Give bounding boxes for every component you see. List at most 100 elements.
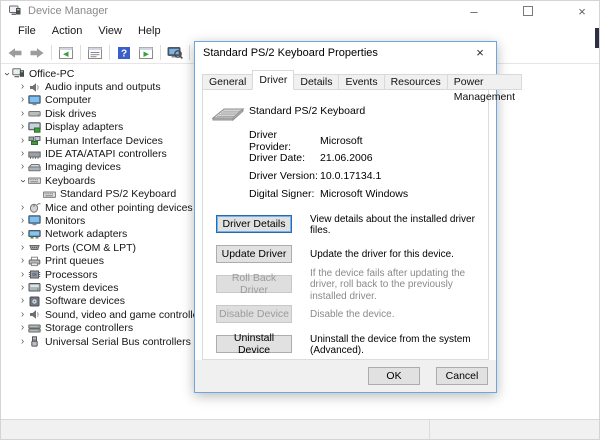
scan-hardware-button[interactable] [165, 45, 185, 61]
network-adapter-icon [28, 229, 42, 240]
speaker-icon [28, 82, 42, 93]
chevron-right-icon[interactable]: › [17, 135, 28, 146]
status-bar [1, 419, 599, 439]
tree-item-label: Monitors [45, 214, 86, 227]
disable-device-description: Disable the device. [310, 309, 395, 321]
forward-button[interactable] [27, 45, 47, 61]
info-label: Driver Date: [249, 152, 306, 165]
tree-item-label: Software devices [45, 295, 125, 308]
chevron-down-icon[interactable]: › [2, 68, 13, 79]
chevron-right-icon[interactable]: › [17, 122, 28, 132]
uninstall-device-button[interactable]: Uninstall Device [216, 332, 292, 356]
driver-info: Driver Provider: Microsoft Driver Date: … [249, 128, 480, 203]
tab-power-management[interactable]: Power Management [446, 74, 523, 103]
properties-icon [87, 46, 103, 60]
driver-details-description: View details about the installed driver … [310, 213, 475, 237]
menu-file[interactable]: File [10, 23, 44, 39]
tree-item-label: Keyboards [45, 174, 96, 187]
maximize-button[interactable] [519, 2, 537, 20]
tab-driver[interactable]: Driver [252, 70, 295, 90]
svg-text:?: ? [121, 48, 127, 59]
minimize-button[interactable]: – [465, 2, 483, 20]
software-devices-icon [28, 296, 42, 307]
info-value: 21.06.2006 [320, 152, 373, 165]
back-button[interactable] [5, 45, 25, 61]
chevron-right-icon[interactable]: › [17, 95, 28, 105]
disable-device-row: Disable Device Disable the device. [216, 300, 482, 330]
tab-resources[interactable]: Resources [383, 74, 448, 90]
chevron-right-icon[interactable]: › [17, 269, 28, 280]
driver-details-button[interactable]: Driver Details [216, 215, 292, 233]
chevron-right-icon[interactable]: › [17, 149, 28, 159]
chevron-right-icon[interactable]: › [17, 336, 28, 347]
status-bar-divider [429, 420, 430, 439]
toolbar-separator [51, 45, 52, 60]
dialog-titlebar: Standard PS/2 Keyboard Properties [195, 42, 496, 64]
menu-action[interactable]: Action [44, 23, 91, 39]
properties-button[interactable] [85, 45, 105, 61]
background-window-edge [595, 28, 599, 48]
driver-details-row: Driver Details View details about the in… [216, 210, 482, 240]
chevron-right-icon[interactable]: › [17, 215, 28, 226]
chevron-right-icon[interactable]: › [17, 296, 28, 306]
chevron-right-icon[interactable]: › [17, 162, 28, 172]
dialog-title: Standard PS/2 Keyboard Properties [203, 47, 378, 59]
tree-item-label: Print queues [45, 255, 104, 268]
tree-item-label: Human Interface Devices [45, 134, 163, 147]
system-devices-icon [28, 282, 42, 293]
menu-help[interactable]: Help [130, 23, 169, 39]
device-name: Standard PS/2 Keyboard [249, 105, 366, 117]
chevron-right-icon[interactable]: › [17, 309, 28, 320]
chevron-right-icon[interactable]: › [17, 202, 28, 213]
roll-back-driver-description: If the device fails after updating the d… [310, 267, 466, 302]
keyboard-device-icon [211, 102, 245, 124]
mouse-icon [28, 202, 42, 213]
tree-item-label: Standard PS/2 Keyboard [60, 188, 177, 201]
toolbar-separator [80, 45, 81, 60]
tree-item-label: Universal Serial Bus controllers [45, 335, 191, 348]
chevron-right-icon[interactable]: › [17, 256, 28, 266]
toolbar-separator [160, 45, 161, 60]
dialog-close-button[interactable]: × [472, 44, 488, 61]
console-tree-icon [58, 46, 74, 60]
workstation-icon [12, 68, 26, 79]
tree-item-label: Computer [45, 94, 92, 107]
tree-item-label: Audio inputs and outputs [45, 81, 161, 94]
toolbar-separator [189, 45, 190, 60]
driver-tab-page: Standard PS/2 Keyboard Driver Provider: … [202, 89, 489, 360]
ports-icon [28, 242, 42, 253]
chevron-right-icon[interactable]: › [17, 242, 28, 253]
info-label: Driver Provider: [249, 128, 292, 153]
update-driver-button[interactable]: Update Driver [216, 245, 292, 263]
chevron-right-icon[interactable]: › [17, 282, 28, 293]
chevron-right-icon[interactable]: › [17, 108, 28, 119]
menu-view[interactable]: View [90, 23, 130, 39]
ide-controller-icon [28, 149, 42, 160]
console-tree-button[interactable] [56, 45, 76, 61]
cancel-button[interactable]: Cancel [436, 367, 488, 385]
info-row: Driver Provider: Microsoft [249, 128, 480, 153]
chevron-down-icon[interactable]: › [18, 175, 29, 186]
info-label: Driver Version: [249, 169, 318, 182]
info-value: Microsoft Windows [320, 187, 409, 200]
action-pane-button[interactable] [136, 45, 156, 61]
help-button[interactable]: ? [114, 45, 134, 61]
chevron-right-icon[interactable]: › [17, 323, 28, 333]
close-button[interactable]: × [573, 2, 591, 20]
sound-icon [28, 309, 42, 320]
tree-item-label: Mice and other pointing devices [45, 201, 193, 214]
chevron-right-icon[interactable]: › [17, 82, 28, 92]
tab-general[interactable]: General [202, 74, 254, 90]
storage-icon [28, 323, 42, 334]
device-manager-window: Device Manager – × File Action View Help… [0, 0, 600, 440]
tree-item-label: Office-PC [29, 67, 75, 80]
scan-hardware-icon [167, 46, 183, 60]
tab-details[interactable]: Details [293, 74, 340, 90]
ok-button[interactable]: OK [368, 367, 420, 385]
info-row: Digital Signer: Microsoft Windows [249, 185, 480, 203]
tree-item-label: Display adapters [45, 121, 124, 134]
window-title: Device Manager [28, 5, 109, 17]
dialog-tabs: General Driver Details Events Resources … [202, 70, 523, 103]
chevron-right-icon[interactable]: › [17, 229, 28, 239]
tab-events[interactable]: Events [338, 74, 385, 90]
